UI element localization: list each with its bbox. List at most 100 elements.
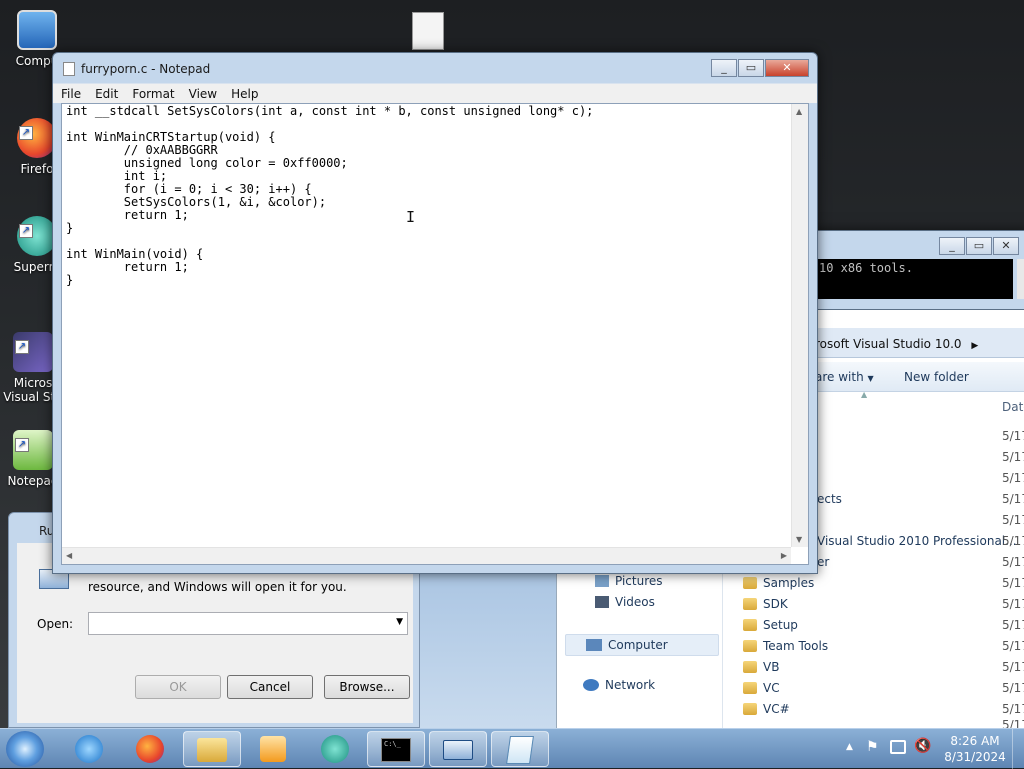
file-row[interactable]: Visual Studio 2010 Professional... <box>817 534 1017 548</box>
date-cell: 5/17 <box>1002 534 1024 548</box>
internet-explorer-icon <box>75 735 103 763</box>
nav-item-computer[interactable]: Computer <box>565 634 719 656</box>
supermium-icon <box>321 735 349 763</box>
file-name: VB <box>763 660 780 674</box>
start-button[interactable] <box>6 731 44 767</box>
close-button[interactable]: ✕ <box>993 237 1019 255</box>
file-row[interactable]: Samples <box>743 576 814 590</box>
maximize-button[interactable]: ▭ <box>966 237 992 255</box>
chevron-down-icon[interactable]: ▼ <box>396 617 403 627</box>
date-cell: 5/17 <box>1002 429 1024 443</box>
new-folder-button[interactable]: New folder <box>904 370 969 384</box>
taskbar-notepad[interactable] <box>491 731 549 767</box>
file-row[interactable]: Setup <box>743 618 798 632</box>
shortcut-arrow-icon: ↗ <box>19 126 33 140</box>
maximize-button[interactable]: ▭ <box>738 59 764 77</box>
nav-label: Network <box>605 678 656 692</box>
browse-button[interactable]: Browse... <box>324 675 410 699</box>
background-window-fragment <box>420 560 556 728</box>
breadcrumb: rosoft Visual Studio 10.0 <box>815 337 962 351</box>
file-row[interactable]: Team Tools <box>743 639 828 653</box>
vertical-scrollbar[interactable]: ▲ ▼ <box>791 104 808 547</box>
file-name: VC <box>763 681 780 695</box>
open-combobox[interactable]: ▼ <box>88 612 408 635</box>
console-text: 10 x86 tools. <box>819 261 913 275</box>
pictures-icon <box>595 575 609 587</box>
menu-bar: File Edit Format View Help <box>53 83 817 103</box>
file-row[interactable]: SDK <box>743 597 788 611</box>
cancel-button[interactable]: Cancel <box>227 675 313 699</box>
folder-icon <box>743 661 757 673</box>
menu-help[interactable]: Help <box>231 87 258 101</box>
nav-item-videos[interactable]: Videos <box>595 595 655 609</box>
console-scrollbar[interactable] <box>1017 259 1024 299</box>
show-desktop-button[interactable] <box>1012 729 1024 769</box>
taskbar-firefox[interactable] <box>121 731 179 767</box>
supermium-icon: ↗ <box>17 216 57 256</box>
tray-date: 8/31/2024 <box>944 750 1006 764</box>
menu-format[interactable]: Format <box>132 87 174 101</box>
date-cell: 5/17 <box>1002 471 1024 485</box>
scroll-right-icon[interactable]: ▶ <box>781 551 787 560</box>
taskbar: C:\_ ▲ ⚑ 🔇 8:26 AM 8/31/2024 <box>0 728 1024 769</box>
nav-item-network[interactable]: Network <box>583 678 655 692</box>
show-hidden-icons-chevron-icon[interactable]: ▲ <box>846 742 853 752</box>
file-row[interactable]: VC <box>743 681 780 695</box>
minimize-button[interactable]: _ <box>711 59 737 77</box>
file-name: Team Tools <box>763 639 829 653</box>
desktop-file-icon[interactable] <box>412 12 444 50</box>
folder-icon <box>743 577 757 589</box>
shortcut-arrow-icon: ↗ <box>15 340 29 354</box>
run-description: resource, and Windows will open it for y… <box>88 580 347 594</box>
taskbar-explorer[interactable] <box>183 731 241 767</box>
scroll-up-icon[interactable]: ▲ <box>796 107 802 116</box>
console-caption-buttons: _ ▭ ✕ <box>938 237 1019 255</box>
network-tray-icon[interactable] <box>890 740 906 754</box>
taskbar-run[interactable] <box>429 731 487 767</box>
code-text[interactable]: int __stdcall SetSysColors(int a, const … <box>64 104 788 544</box>
menu-edit[interactable]: Edit <box>95 87 118 101</box>
shortcut-arrow-icon: ↗ <box>15 438 29 452</box>
desktop-icon-label: Notepad <box>7 474 59 488</box>
taskbar-internet-explorer[interactable] <box>60 731 118 767</box>
date-cell: 5/17 <box>1002 450 1024 464</box>
action-center-flag-icon[interactable]: ⚑ <box>866 739 879 755</box>
run-icon <box>443 740 473 760</box>
close-button[interactable]: ✕ <box>765 59 809 77</box>
notepad-window[interactable]: furryporn.c - Notepad _ ▭ ✕ File Edit Fo… <box>52 52 818 574</box>
taskbar-command-prompt[interactable]: C:\_ <box>367 731 425 767</box>
folder-icon <box>743 682 757 694</box>
computer-icon <box>586 639 602 651</box>
volume-muted-icon[interactable]: 🔇 <box>914 738 931 754</box>
file-row[interactable]: VB <box>743 660 779 674</box>
scroll-down-icon[interactable]: ▼ <box>796 535 802 544</box>
console-window[interactable]: _ ▭ ✕ 10 x86 tools. <box>810 230 1024 310</box>
taskbar-supermium[interactable] <box>306 731 364 767</box>
nav-item-pictures[interactable]: Pictures <box>595 574 663 588</box>
tray-clock[interactable]: 8:26 AM 8/31/2024 <box>944 733 1006 765</box>
file-name: ects <box>817 492 842 506</box>
horizontal-scrollbar[interactable]: ◀ ▶ <box>62 547 791 564</box>
date-cell: 5/17 <box>1002 513 1024 527</box>
text-editor[interactable]: int __stdcall SetSysColors(int a, const … <box>61 103 809 565</box>
file-name: Visual Studio 2010 Professional... <box>817 534 1017 548</box>
notepad-titlebar[interactable]: furryporn.c - Notepad _ ▭ ✕ <box>53 53 817 83</box>
date-column-header[interactable]: Date <box>1002 400 1024 414</box>
file-row[interactable]: VC# <box>743 702 790 716</box>
menu-file[interactable]: File <box>61 87 81 101</box>
folder-icon <box>743 640 757 652</box>
tray-time: 8:26 AM <box>950 734 1000 748</box>
breadcrumb-chevron-icon[interactable]: ▶ <box>971 341 978 351</box>
file-row[interactable]: ects <box>817 492 842 506</box>
ok-button[interactable]: OK <box>135 675 221 699</box>
sort-chevron-icon: ▲ <box>861 390 868 399</box>
minimize-button[interactable]: _ <box>939 237 965 255</box>
file-row[interactable]: er <box>817 555 829 569</box>
network-icon <box>583 679 599 691</box>
scroll-left-icon[interactable]: ◀ <box>66 551 72 560</box>
menu-view[interactable]: View <box>189 87 217 101</box>
taskbar-media-player[interactable] <box>244 731 302 767</box>
chevron-down-icon: ▼ <box>867 374 874 383</box>
share-with-button[interactable]: are with ▼ <box>815 370 874 384</box>
nav-label: Videos <box>615 595 655 609</box>
